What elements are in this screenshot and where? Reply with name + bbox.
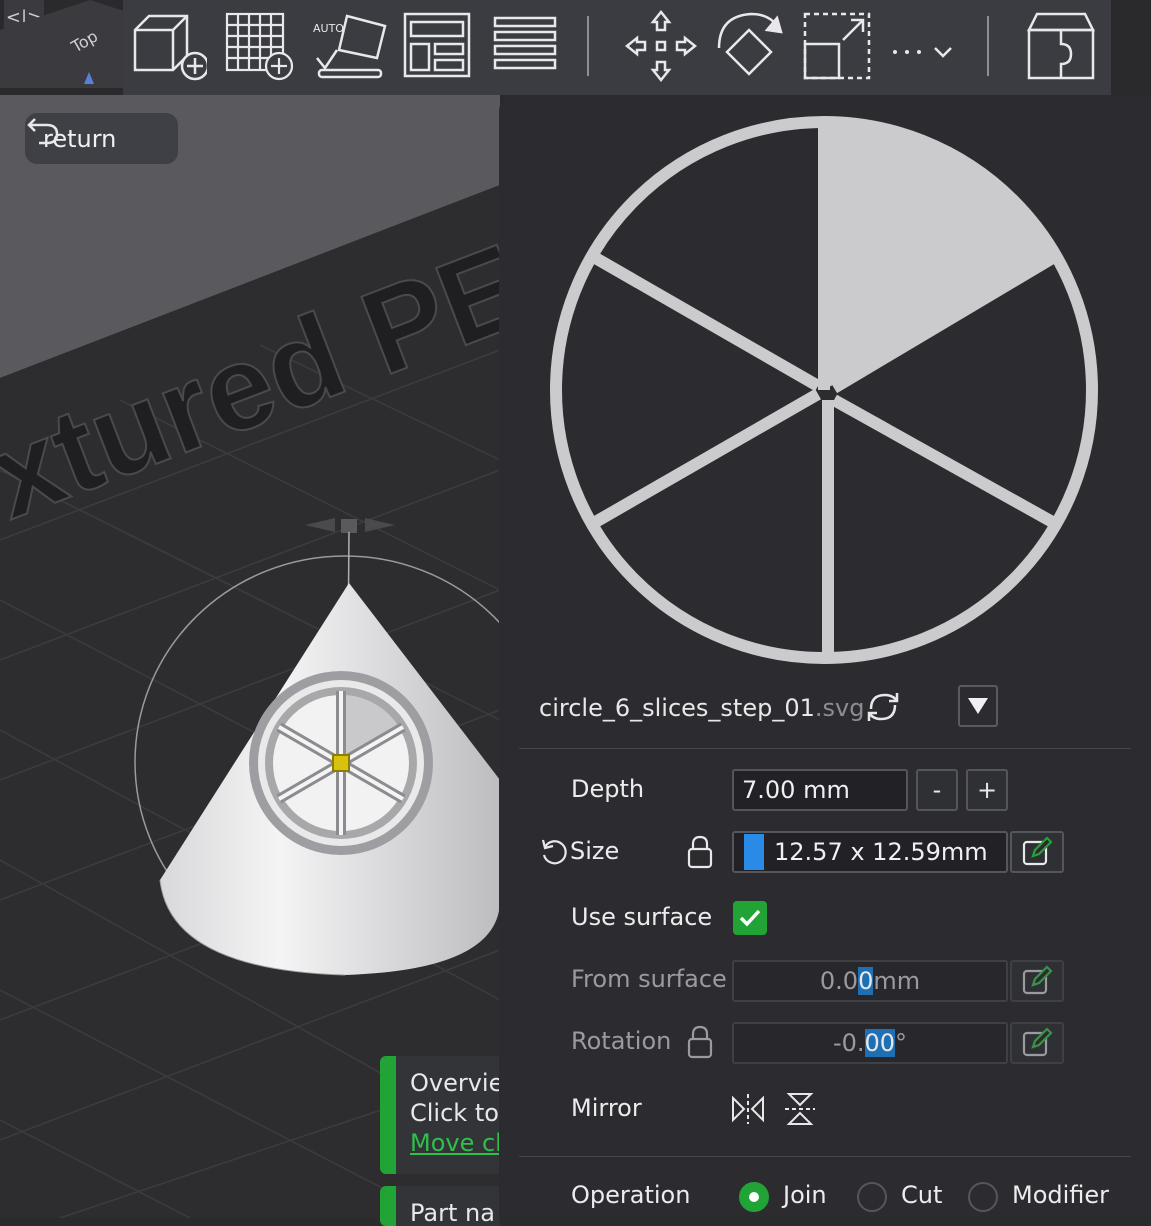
- notification-part[interactable]: Part na: [380, 1186, 500, 1226]
- add-plate-icon[interactable]: [223, 8, 299, 84]
- reload-icon[interactable]: [865, 689, 901, 725]
- rotation-input[interactable]: -0. 00 °: [732, 1022, 1008, 1064]
- reset-size-icon[interactable]: [539, 837, 569, 867]
- center-handle: [332, 754, 350, 772]
- assembly-icon[interactable]: [1023, 8, 1099, 84]
- rotation-value: -0.: [832, 1029, 865, 1057]
- emboss-panel: circle_6_slices_step_01 .svg Depth 7.00 m…: [499, 95, 1151, 1218]
- edit-from-surface-button[interactable]: [1010, 960, 1064, 1002]
- size-value: 12.57 x 12.59mm: [774, 838, 988, 866]
- move-icon[interactable]: [623, 8, 699, 84]
- triangle-down-icon: [968, 698, 988, 714]
- rotation-unit: °: [895, 1029, 908, 1057]
- layout-icon[interactable]: [399, 8, 475, 84]
- edit-rotation-button[interactable]: [1010, 1022, 1064, 1064]
- operation-label: Operation: [571, 1181, 691, 1209]
- checkmark-icon: [739, 909, 761, 927]
- auto-label: AUTO: [313, 22, 344, 35]
- rotation-label: Rotation: [571, 1027, 672, 1055]
- divider: [519, 1156, 1131, 1157]
- edit-pencil-icon: [1022, 1027, 1053, 1057]
- from-surface-unit: mm: [873, 967, 921, 995]
- toolbar-separator: [987, 16, 989, 76]
- depth-increase-button[interactable]: +: [966, 769, 1008, 811]
- undo-arrow-icon: [27, 118, 59, 145]
- lock-icon[interactable]: [687, 835, 713, 869]
- size-label: Size: [570, 837, 620, 865]
- depth-label: Depth: [571, 775, 645, 803]
- mirror-horizontal-icon[interactable]: [731, 1092, 765, 1126]
- depth-input[interactable]: 7.00 mm: [732, 769, 908, 811]
- return-button[interactable]: return: [25, 113, 178, 164]
- chevron-down-icon: [934, 47, 952, 58]
- mirror-vertical-icon[interactable]: [783, 1092, 817, 1126]
- use-surface-label: Use surface: [571, 903, 713, 931]
- embossed-svg-preview: [249, 671, 433, 855]
- svg-file-name: circle_6_slices_step_01: [539, 694, 815, 722]
- top-toolbar: AUTO: [123, 0, 1111, 95]
- from-surface-input[interactable]: 0.0 0 mm: [732, 960, 1008, 1002]
- notification-line: Overvie: [410, 1069, 500, 1097]
- list-icon[interactable]: [487, 8, 563, 84]
- operation-modifier-radio[interactable]: [968, 1182, 998, 1212]
- notification-line: Click to: [410, 1099, 499, 1127]
- operation-join-radio[interactable]: [739, 1182, 769, 1212]
- file-row: circle_6_slices_step_01 .svg: [539, 683, 1139, 733]
- depth-decrease-button[interactable]: -: [916, 769, 958, 811]
- notification-line: Part na: [410, 1199, 495, 1226]
- use-surface-checkbox[interactable]: [733, 901, 767, 935]
- operation-modifier-label[interactable]: Modifier: [1012, 1181, 1109, 1209]
- notification-overview[interactable]: Overvie Click to Move cl: [380, 1056, 500, 1174]
- edit-size-button[interactable]: [1010, 831, 1064, 873]
- from-surface-label: From surface: [571, 965, 727, 993]
- svg-preview-image: [550, 116, 1098, 664]
- lock-icon[interactable]: [687, 1025, 713, 1059]
- svg-file-extension: .svg: [814, 694, 865, 722]
- from-surface-cursor: 0: [858, 967, 874, 995]
- text-cursor-selection: [744, 834, 764, 870]
- from-surface-value: 0.0: [819, 967, 859, 995]
- edit-pencil-icon: [1022, 965, 1053, 995]
- size-input[interactable]: 12.57 x 12.59mm: [732, 831, 1008, 873]
- operation-cut-radio[interactable]: [857, 1182, 887, 1212]
- notification-link[interactable]: Move cl: [410, 1128, 500, 1158]
- rotation-cursor: 00: [864, 1029, 896, 1057]
- edit-pencil-icon: [1022, 836, 1053, 866]
- add-object-icon[interactable]: [131, 8, 207, 84]
- divider: [519, 748, 1131, 749]
- toolbar-separator: [587, 16, 589, 76]
- mirror-label: Mirror: [571, 1094, 642, 1122]
- file-options-dropdown[interactable]: [958, 685, 998, 727]
- rotate-icon[interactable]: [711, 8, 787, 84]
- operation-join-label[interactable]: Join: [783, 1181, 827, 1209]
- more-icon[interactable]: [887, 8, 963, 84]
- scale-icon[interactable]: [799, 8, 875, 84]
- auto-arrange-icon[interactable]: AUTO: [311, 8, 387, 84]
- operation-cut-label[interactable]: Cut: [901, 1181, 942, 1209]
